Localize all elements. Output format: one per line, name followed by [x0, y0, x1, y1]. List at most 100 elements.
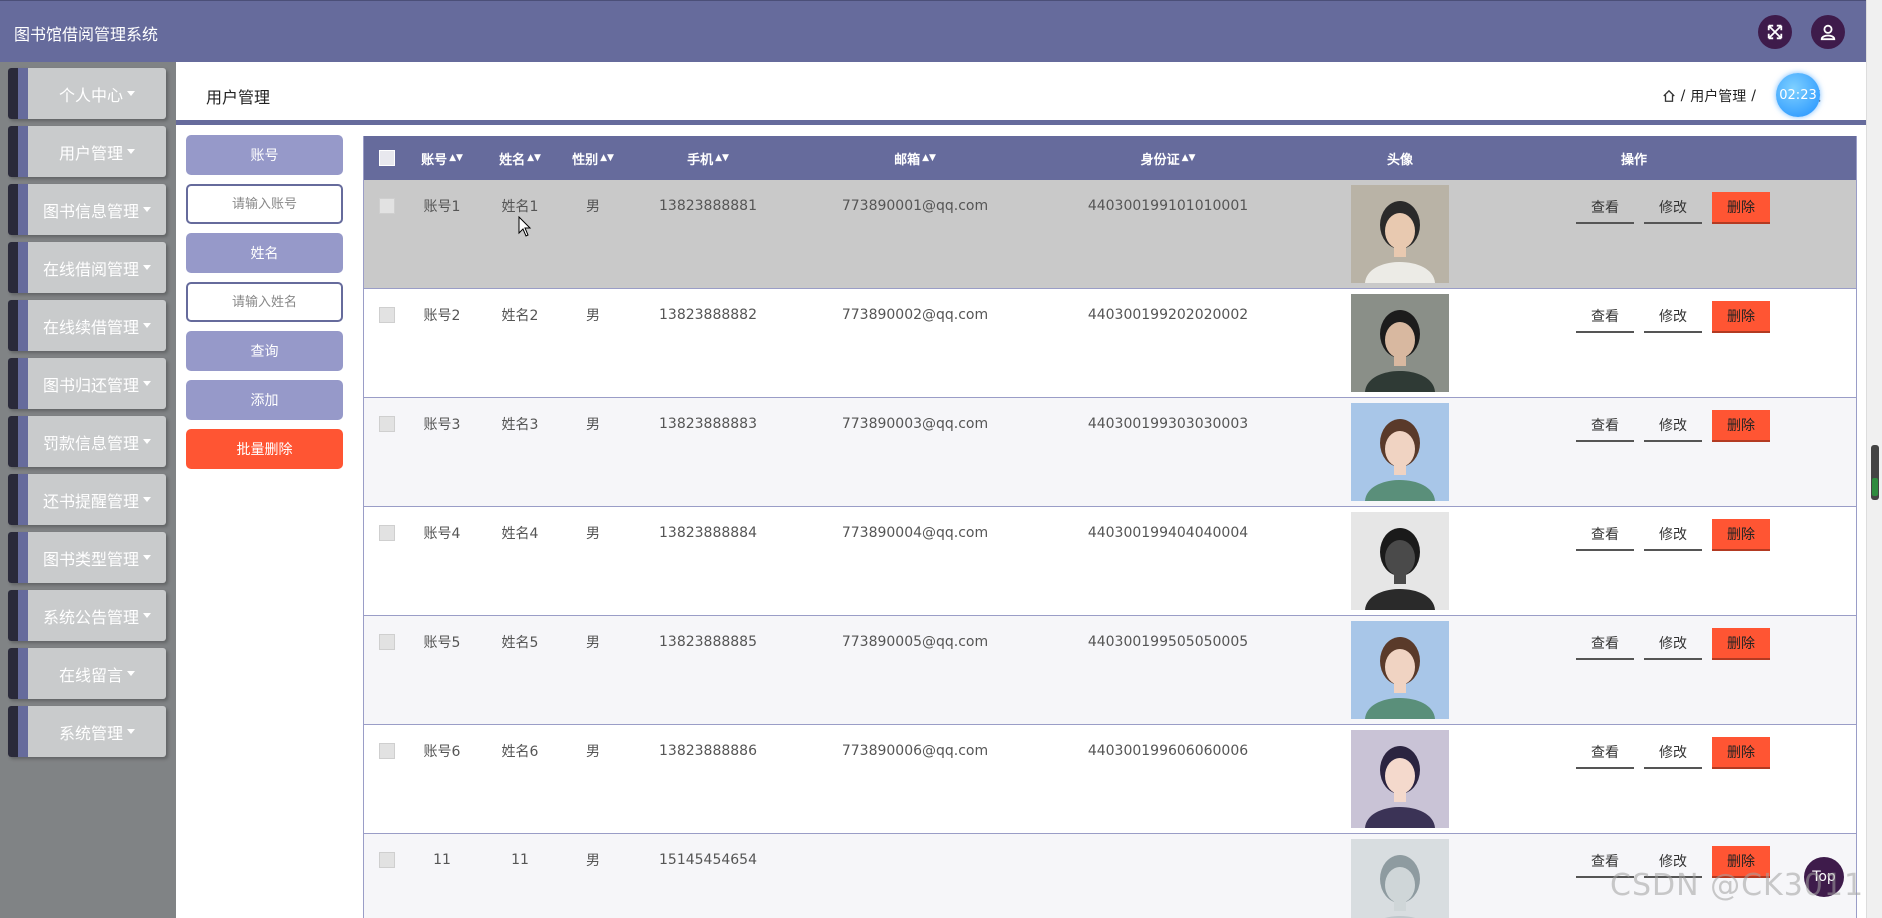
sidebar-item[interactable]: 在线续借管理: [8, 300, 166, 351]
add-button[interactable]: 添加: [186, 380, 343, 420]
sort-icon[interactable]: ▲▼: [715, 153, 729, 163]
header-divider: [176, 120, 1866, 125]
column-label: 性别: [572, 152, 599, 168]
table-header: 账号 ▲▼ 姓名 ▲▼ 性别 ▲▼ 手机 ▲▼ 邮箱 ▲▼ 身份证 ▲▼ 头像 操作: [364, 136, 1856, 180]
sidebar-item[interactable]: 罚款信息管理: [8, 416, 166, 467]
row-checkbox[interactable]: [379, 852, 395, 868]
delete-button[interactable]: 删除: [1712, 410, 1770, 442]
table-row[interactable]: 账号4 姓名4 男 13823888884 773890004@qq.com 440300…: [364, 507, 1856, 616]
column-email[interactable]: 邮箱 ▲▼: [790, 136, 1040, 180]
account-cell: 账号5: [423, 635, 461, 651]
sort-icon[interactable]: ▲▼: [600, 153, 614, 163]
column-id-card[interactable]: 身份证 ▲▼: [1040, 136, 1296, 180]
view-button[interactable]: 查看: [1576, 846, 1634, 878]
email-cell: 773890002@qq.com: [841, 307, 989, 323]
sidebar-item-accent: [18, 126, 28, 177]
row-checkbox[interactable]: [379, 525, 395, 541]
sidebar-item[interactable]: 还书提醒管理: [8, 474, 166, 525]
sidebar-item[interactable]: 图书信息管理: [8, 184, 166, 235]
table-row[interactable]: 账号3 姓名3 男 13823888883 773890003@qq.com 440300…: [364, 398, 1856, 507]
column-label: 身份证: [1140, 152, 1180, 168]
edit-button[interactable]: 修改: [1644, 301, 1702, 333]
table-row[interactable]: 11 11 男 15145454654 查看 修改 删除: [364, 834, 1856, 918]
sidebar-item[interactable]: 在线留言: [8, 648, 166, 699]
avatar-image: [1351, 294, 1449, 392]
id-card-cell: 440300199303030003: [1087, 416, 1249, 432]
sidebar-item[interactable]: 用户管理: [8, 126, 166, 177]
account-cell: 11: [433, 852, 451, 868]
user-menu-button[interactable]: [1811, 15, 1845, 49]
column-label: 头像: [1386, 152, 1413, 168]
view-button[interactable]: 查看: [1576, 301, 1634, 333]
edit-button[interactable]: 修改: [1644, 192, 1702, 224]
chevron-down-icon: [127, 91, 135, 96]
delete-button[interactable]: 删除: [1712, 192, 1770, 224]
sidebar-item[interactable]: 图书类型管理: [8, 532, 166, 583]
row-checkbox[interactable]: [379, 198, 395, 214]
row-select-cell: [370, 834, 404, 886]
sort-icon[interactable]: ▲▼: [922, 153, 936, 163]
delete-button[interactable]: 删除: [1712, 519, 1770, 551]
delete-button[interactable]: 删除: [1712, 737, 1770, 769]
breadcrumb-current[interactable]: 用户管理: [1690, 86, 1746, 106]
chevron-down-icon: [143, 207, 151, 212]
column-name[interactable]: 姓名 ▲▼: [480, 136, 560, 180]
edit-button[interactable]: 修改: [1644, 410, 1702, 442]
sidebar-item-accent: [8, 126, 18, 177]
sort-icon[interactable]: ▲▼: [1182, 153, 1196, 163]
account-search-input[interactable]: [186, 184, 343, 224]
view-button[interactable]: 查看: [1576, 410, 1634, 442]
chevron-down-icon: [127, 671, 135, 676]
edit-button[interactable]: 修改: [1644, 737, 1702, 769]
column-account[interactable]: 账号 ▲▼: [404, 136, 480, 180]
sidebar-item[interactable]: 个人中心: [8, 68, 166, 119]
edit-button[interactable]: 修改: [1644, 519, 1702, 551]
account-cell: 账号3: [423, 417, 461, 433]
search-button[interactable]: 查询: [186, 331, 343, 371]
view-button[interactable]: 查看: [1576, 519, 1634, 551]
row-checkbox[interactable]: [379, 743, 395, 759]
table-row[interactable]: 账号1 姓名1 男 13823888881 773890001@qq.com 440300…: [364, 180, 1856, 289]
back-to-top-button[interactable]: Top: [1804, 857, 1844, 897]
table-row[interactable]: 账号2 姓名2 男 13823888882 773890002@qq.com 440300…: [364, 289, 1856, 398]
view-button[interactable]: 查看: [1576, 737, 1634, 769]
delete-button[interactable]: 删除: [1712, 628, 1770, 660]
column-actions: 操作: [1564, 136, 1704, 180]
table-row[interactable]: 账号6 姓名6 男 13823888886 773890006@qq.com 440300…: [364, 725, 1856, 834]
sidebar-item-label: 图书信息管理: [42, 201, 139, 221]
sidebar-item[interactable]: 系统公告管理: [8, 590, 166, 641]
row-checkbox[interactable]: [379, 416, 395, 432]
delete-button[interactable]: 删除: [1712, 846, 1770, 878]
row-checkbox[interactable]: [379, 307, 395, 323]
view-button[interactable]: 查看: [1576, 192, 1634, 224]
sidebar-item[interactable]: 图书归还管理: [8, 358, 166, 409]
home-icon[interactable]: [1662, 89, 1676, 103]
fullscreen-button[interactable]: [1758, 15, 1792, 49]
name-search-input[interactable]: [186, 282, 343, 322]
sort-icon[interactable]: ▲▼: [449, 153, 463, 163]
column-label: 手机: [687, 152, 714, 168]
column-label: 邮箱: [894, 152, 921, 168]
select-all-checkbox[interactable]: [379, 150, 395, 166]
sidebar-item[interactable]: 在线借阅管理: [8, 242, 166, 293]
page-scrollbar[interactable]: [1866, 0, 1882, 918]
table-row[interactable]: 账号5 姓名5 男 13823888885 773890005@qq.com 440300…: [364, 616, 1856, 725]
phone-cell: 13823888886: [659, 743, 757, 759]
sidebar-item-label-wrap: 系统管理: [28, 706, 166, 757]
batch-delete-button[interactable]: 批量删除: [186, 429, 343, 469]
sidebar-item-accent: [8, 358, 18, 409]
row-select-cell: [370, 180, 404, 232]
sidebar-item-label-wrap: 图书信息管理: [28, 184, 166, 235]
account-cell: 账号4: [423, 526, 461, 542]
view-button[interactable]: 查看: [1576, 628, 1634, 660]
delete-button[interactable]: 删除: [1712, 301, 1770, 333]
column-phone[interactable]: 手机 ▲▼: [626, 136, 790, 180]
edit-button[interactable]: 修改: [1644, 628, 1702, 660]
sort-icon[interactable]: ▲▼: [527, 153, 541, 163]
column-gender[interactable]: 性别 ▲▼: [560, 136, 626, 180]
sidebar-item[interactable]: 系统管理: [8, 706, 166, 757]
edit-button[interactable]: 修改: [1644, 846, 1702, 878]
row-checkbox[interactable]: [379, 634, 395, 650]
sidebar-item-accent: [8, 416, 18, 467]
avatar-image: [1351, 512, 1449, 610]
